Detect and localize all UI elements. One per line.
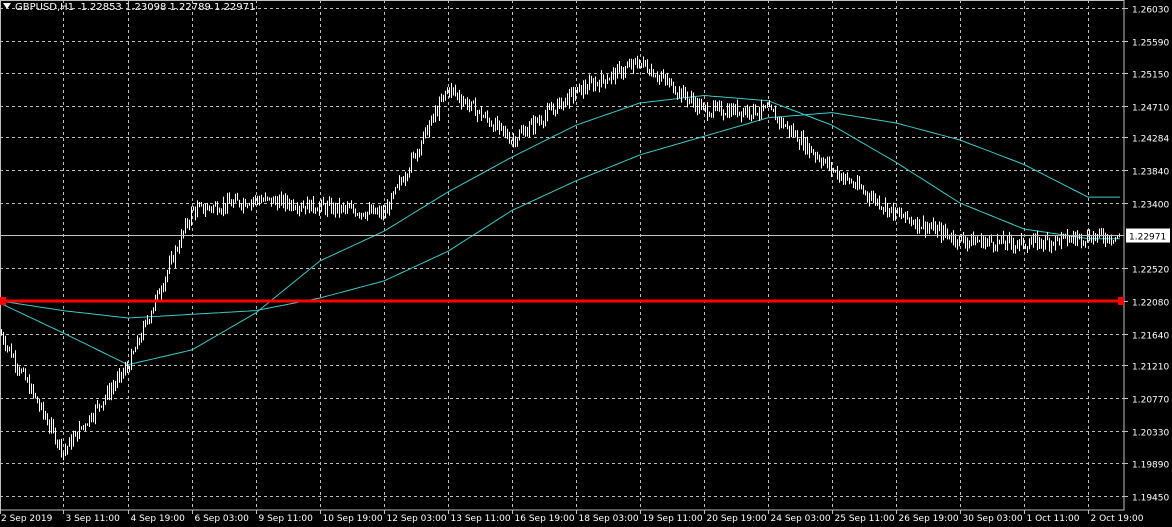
x-tick-label: 16 Sep 19:00 <box>515 514 575 524</box>
y-tick-label: 1.25590 <box>1132 39 1169 49</box>
x-tick-label: 4 Sep 19:00 <box>131 514 186 524</box>
plot-frame <box>0 0 1125 511</box>
x-tick-label: 13 Sep 11:00 <box>451 514 511 524</box>
x-tick-label: 19 Sep 11:00 <box>643 514 703 524</box>
y-tick-label: 1.19890 <box>1132 461 1169 471</box>
y-tick-label: 1.23840 <box>1132 168 1169 178</box>
y-tick-label: 1.26030 <box>1132 6 1169 16</box>
x-tick-label: 2 Oct 19:00 <box>1091 514 1144 524</box>
y-tick-label: 1.25150 <box>1132 71 1169 81</box>
x-tick-label: 9 Sep 11:00 <box>259 514 314 524</box>
last-price-label: 1.22971 <box>1129 233 1166 243</box>
x-tick-label: 1 Oct 11:00 <box>1027 514 1080 524</box>
x-tick-label: 18 Sep 03:00 <box>579 514 639 524</box>
y-tick-label: 1.23400 <box>1132 201 1169 211</box>
x-tick-label: 12 Sep 03:00 <box>387 514 447 524</box>
y-tick-label: 1.20330 <box>1132 429 1169 439</box>
y-tick-label: 1.22080 <box>1132 299 1169 309</box>
horizontal-level-handle <box>0 296 6 305</box>
x-tick-label: 26 Sep 19:00 <box>899 514 959 524</box>
price-chart[interactable]: 1.26030 1.25590 1.25150 1.24710 1.24284 1.238… <box>0 0 1172 527</box>
y-tick-label: 1.21210 <box>1132 363 1169 373</box>
y-tick-label: 1.24284 <box>1132 135 1169 145</box>
y-tick-label: 1.24710 <box>1132 104 1169 114</box>
chart-window[interactable]: GBPUSD,H1 1.22853 1.23098 1.22789 1.2297… <box>0 0 1172 527</box>
x-tick-label: 2 Sep 2019 <box>1 514 53 524</box>
ma-fast-line <box>0 94 1120 366</box>
ma-slow-line <box>0 112 1120 319</box>
x-tick-label: 6 Sep 03:00 <box>195 514 250 524</box>
horizontal-level-handle <box>1118 296 1124 305</box>
y-tick-label: 1.19450 <box>1132 494 1169 504</box>
x-tick-label: 25 Sep 11:00 <box>835 514 895 524</box>
y-tick-label: 1.21640 <box>1132 332 1169 342</box>
x-tick-label: 30 Sep 03:00 <box>963 514 1023 524</box>
x-tick-label: 20 Sep 19:00 <box>707 514 767 524</box>
y-tick-label: 1.22520 <box>1132 266 1169 276</box>
x-tick-label: 10 Sep 19:00 <box>323 514 383 524</box>
y-tick-label: 1.20770 <box>1132 396 1169 406</box>
x-tick-label: 3 Sep 11:00 <box>66 514 121 524</box>
x-tick-label: 24 Sep 03:00 <box>771 514 831 524</box>
